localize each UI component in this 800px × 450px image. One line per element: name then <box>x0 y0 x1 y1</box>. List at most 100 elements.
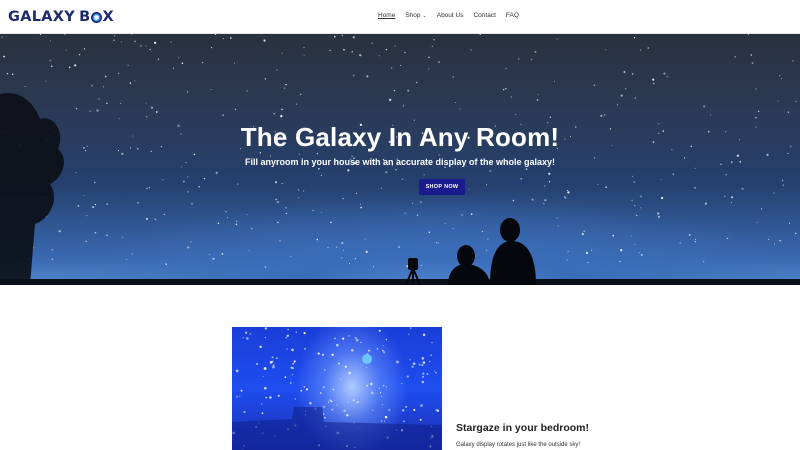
projected-star <box>366 366 368 369</box>
star <box>198 185 201 188</box>
star <box>250 227 253 230</box>
star <box>248 250 250 252</box>
star <box>585 251 589 255</box>
projected-star <box>408 333 410 335</box>
star <box>393 89 396 92</box>
star <box>341 241 344 245</box>
star <box>211 47 213 49</box>
star <box>401 178 404 180</box>
star <box>127 64 129 67</box>
star <box>702 260 705 263</box>
star <box>537 94 539 96</box>
star <box>431 45 433 47</box>
star <box>233 62 235 64</box>
projected-star <box>405 405 408 408</box>
star <box>191 203 193 205</box>
person-silhouette-right <box>490 218 536 285</box>
star <box>470 49 472 51</box>
shop-now-button[interactable]: SHOP NOW <box>419 179 465 195</box>
projected-star <box>264 336 267 339</box>
star <box>227 217 229 219</box>
star <box>564 196 566 198</box>
projected-star <box>271 356 274 359</box>
star <box>548 181 551 183</box>
star <box>444 222 446 225</box>
projected-star <box>317 352 320 355</box>
star <box>341 34 344 37</box>
star <box>489 170 492 172</box>
star <box>755 88 757 90</box>
star <box>145 45 147 47</box>
star <box>567 251 569 253</box>
star <box>632 175 634 177</box>
projected-star <box>292 362 294 365</box>
projected-star <box>336 404 338 406</box>
projected-star <box>413 408 416 411</box>
star <box>399 64 402 66</box>
projected-star <box>235 369 239 373</box>
star <box>657 212 660 215</box>
star <box>604 114 606 116</box>
star <box>402 106 404 108</box>
star <box>461 214 463 216</box>
star <box>222 114 224 116</box>
projected-star <box>370 391 374 395</box>
star <box>125 258 127 260</box>
star <box>704 202 708 205</box>
projected-star <box>429 360 431 363</box>
star <box>731 196 734 199</box>
star <box>653 82 655 85</box>
projected-star <box>383 385 385 387</box>
projected-star <box>411 365 414 368</box>
star <box>688 234 691 236</box>
star <box>557 225 559 227</box>
chevron-down-icon: ⌄ <box>422 12 427 19</box>
star <box>380 187 382 189</box>
projected-star <box>409 358 411 361</box>
star <box>780 77 783 80</box>
star <box>281 183 283 185</box>
nav-home[interactable]: Home <box>378 12 395 19</box>
nav-contact[interactable]: Contact <box>473 12 495 19</box>
nav-faq[interactable]: FAQ <box>506 12 519 19</box>
star <box>187 191 189 193</box>
star <box>285 83 287 86</box>
star <box>165 263 167 265</box>
projected-star <box>412 362 416 365</box>
star <box>118 72 120 74</box>
star <box>229 37 232 39</box>
star <box>148 186 151 189</box>
projected-star <box>260 403 263 405</box>
star <box>297 189 300 191</box>
star <box>724 195 726 198</box>
star <box>347 169 350 172</box>
star <box>24 85 26 87</box>
projected-star <box>379 392 382 394</box>
star <box>385 48 388 51</box>
projected-star <box>382 349 384 352</box>
projected-star <box>309 401 312 405</box>
projected-star <box>378 329 381 332</box>
projected-star <box>406 375 410 378</box>
projected-star <box>239 395 241 397</box>
nav-about-us[interactable]: About Us <box>437 12 464 19</box>
star <box>647 47 650 49</box>
star <box>486 184 488 186</box>
logo[interactable]: GALAXY B X <box>8 8 114 26</box>
star <box>145 102 147 104</box>
star <box>51 258 54 260</box>
star <box>65 49 67 51</box>
star <box>395 169 397 171</box>
star <box>549 116 552 118</box>
projected-star <box>338 362 340 365</box>
star <box>335 246 338 248</box>
nav-shop[interactable]: Shop ⌄ <box>405 12 426 19</box>
star <box>365 250 368 253</box>
star <box>512 199 515 202</box>
projected-star <box>334 337 336 340</box>
star <box>300 93 302 95</box>
star <box>75 171 77 174</box>
star <box>246 90 248 92</box>
star <box>481 230 484 233</box>
star <box>459 108 461 110</box>
